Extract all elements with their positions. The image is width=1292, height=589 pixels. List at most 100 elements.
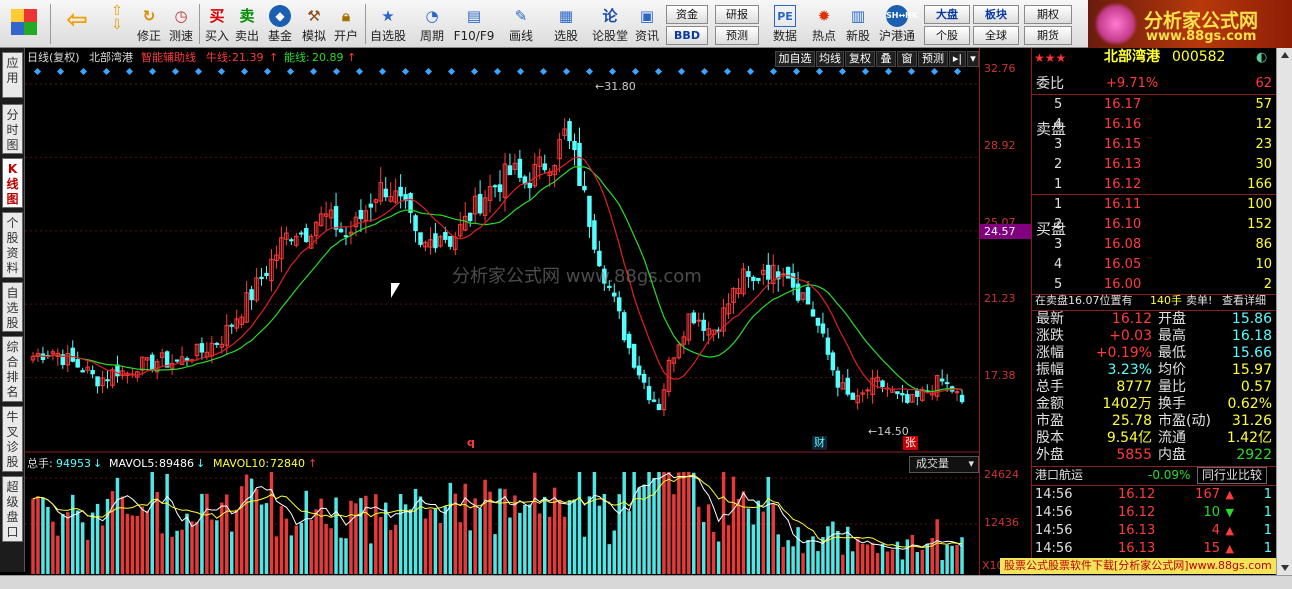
zijin-button[interactable]: 资金 (666, 5, 708, 24)
forecast-button[interactable]: 预测 (918, 51, 948, 67)
watchlist-button[interactable]: ★ 自选股 (368, 2, 408, 46)
finance-marker[interactable]: 财 (812, 436, 827, 450)
draw-button[interactable]: ✎ 画线 (503, 2, 539, 46)
pin-icon[interactable]: ▸| (949, 51, 966, 67)
bankuai-button[interactable]: 板块 (973, 5, 1019, 24)
scroll-down-icon[interactable] (1281, 565, 1289, 571)
watchlist-label: 自选股 (369, 29, 406, 43)
sell-button[interactable]: 卖 卖出 (233, 2, 261, 46)
tab-watchlist[interactable]: 自选股 (2, 282, 23, 332)
tab-profile[interactable]: 个股资料 (2, 212, 23, 278)
quanqiu-button[interactable]: 全球 (973, 26, 1019, 45)
vol-indicator-dropdown[interactable]: 成交量 ▾ (909, 456, 979, 473)
stat-value-2: 16.18 (1231, 328, 1272, 344)
qihuo-button[interactable]: 期货 (1024, 26, 1072, 45)
yuce-button[interactable]: 预测 (715, 26, 759, 45)
tick-row: 14:56 16.13 15 ▲ 1 (1032, 540, 1276, 558)
rating-stars: ★★★ (1034, 51, 1067, 65)
window-button[interactable]: 窗 (897, 51, 917, 67)
sector-name[interactable]: 港口航运 (1035, 466, 1083, 484)
simulate-button[interactable]: ⚒ 模拟 (298, 2, 330, 46)
adjust-button[interactable]: 复权 (845, 51, 875, 67)
event-diamond-icon (516, 67, 525, 76)
data-button[interactable]: PE 数据 (768, 2, 802, 46)
buy-button[interactable]: 买 买入 (203, 2, 231, 46)
sell-level-row[interactable]: 5 16.17 57 (1032, 95, 1276, 115)
candle-body (805, 287, 811, 305)
overlay-button[interactable]: 叠 (876, 51, 896, 67)
hot-button[interactable]: ✹ 热点 (808, 2, 840, 46)
yanbao-button[interactable]: 研报 (715, 5, 759, 24)
volume-bar (215, 520, 219, 574)
buy-level-row[interactable]: 3 16.08 86 (1032, 235, 1276, 255)
tab-apps[interactable]: 应用 (2, 52, 23, 98)
dapan-button[interactable]: 大盘 (924, 5, 970, 24)
limit-up-marker[interactable]: 张 (903, 436, 918, 450)
scroll-up-icon[interactable] (1281, 52, 1289, 58)
volume-bar (175, 530, 179, 574)
add-watchlist-button[interactable]: 加自选 (775, 51, 815, 67)
kline-chart-area[interactable]: 日线(复权) 北部湾港 智能辅助线 牛线: 21.39 ↑ 能线: 20.89 … (25, 48, 1031, 575)
candle-body (105, 379, 110, 382)
brand-banner[interactable]: 分析家公式网 www.88gs.com (1088, 0, 1292, 48)
industry-compare-button[interactable]: 同行业比较 (1197, 467, 1268, 484)
stat-value-2: 15.86 (1231, 311, 1272, 327)
volume-bar (696, 506, 701, 574)
f10-button[interactable]: ▤ F10/F9 (453, 2, 495, 46)
qiquan-button[interactable]: 期权 (1024, 5, 1072, 24)
candle-body (835, 370, 841, 388)
hk-connect-button[interactable]: SH↔HK 沪港通 (876, 2, 918, 46)
vertical-scrollbar[interactable] (1276, 48, 1292, 575)
vol-total-value: 94953 (56, 457, 91, 470)
period-button[interactable]: ◔ 周期 (414, 2, 450, 46)
globe-icon[interactable]: ◐ (1256, 48, 1267, 68)
mavol5-value: 89486 (159, 457, 194, 470)
chevron-down-icon[interactable]: ▾ (967, 51, 979, 67)
sell-level-row[interactable]: 2 16.13 30 (1032, 155, 1276, 175)
news-label: 资讯 (634, 29, 659, 43)
big-order-detail-link[interactable]: 查看详细 (1222, 291, 1266, 311)
back-button[interactable]: ⇦ (60, 2, 94, 46)
tab-diagnosis[interactable]: 牛叉诊股 (2, 406, 23, 472)
volume-bar (478, 508, 482, 574)
new-stock-button[interactable]: ▥ 新股 (842, 2, 874, 46)
buy-level-row[interactable]: 1 16.11 100 (1032, 195, 1276, 215)
tab-kline[interactable]: K线图 (2, 158, 23, 208)
ad-banner[interactable]: 股票公式股票软件下载[分析家公式网]www.88gs.com (1000, 558, 1276, 574)
q-marker[interactable]: q (467, 436, 475, 450)
volume-bar (776, 534, 780, 574)
volume-bar (125, 513, 130, 574)
buy-level-row[interactable]: 4 16.05 10 (1032, 255, 1276, 275)
forum-button[interactable]: 论 论股堂 (590, 2, 630, 46)
app-logo-button[interactable] (4, 2, 44, 46)
buy-level-row[interactable]: 2 16.10 152 (1032, 215, 1276, 235)
refresh-button[interactable]: ↻ 修正 (134, 2, 164, 46)
tick-volume: 4 (1211, 523, 1220, 538)
news-button[interactable]: ▣ 资讯 (632, 2, 662, 46)
price-tick: 32.76 (984, 62, 1016, 75)
tab-ranking[interactable]: 综合排名 (2, 336, 23, 402)
ma-button[interactable]: 均线 (816, 51, 844, 67)
stock-picker-button[interactable]: ▦ 选股 (548, 2, 584, 46)
open-account-button[interactable]: 🔒︎ 开户 (330, 2, 362, 46)
tab-order-book[interactable]: 超级盘口 (2, 476, 23, 542)
bbd-button[interactable]: BBD (666, 26, 708, 45)
big-order-row[interactable]: 在卖盘16.07位置有 140手 卖单! 查看详细 (1032, 291, 1276, 311)
volume-bar (811, 536, 815, 574)
sell-level-price: 16.16 (1104, 117, 1142, 132)
fund-button[interactable]: ◆ 基金 (264, 2, 296, 46)
candle-body (656, 404, 662, 411)
candle-body (756, 277, 761, 281)
speedtest-button[interactable]: ◷ 测速 (166, 2, 196, 46)
updown-button[interactable]: ⇧ ⇩ (102, 2, 132, 46)
sell-icon: 卖 (239, 7, 255, 25)
tab-intraday[interactable]: 分时图 (2, 104, 23, 154)
volume-bar (140, 506, 145, 574)
sell-level-row[interactable]: 4 16.16 12 (1032, 115, 1276, 135)
sell-level-row[interactable]: 3 16.15 23 (1032, 135, 1276, 155)
candle-body (214, 342, 220, 345)
event-diamond-icon (930, 67, 939, 76)
sell-level-row[interactable]: 1 16.12 166 (1032, 175, 1276, 195)
gegu-button[interactable]: 个股 (924, 26, 970, 45)
candle-body (845, 377, 851, 395)
